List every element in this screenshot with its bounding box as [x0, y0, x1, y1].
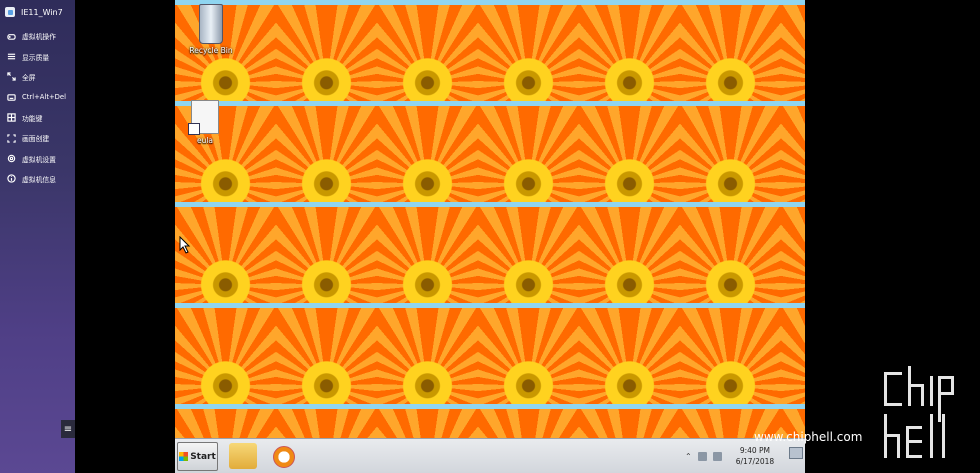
sliders-icon: [7, 52, 16, 61]
fullscreen-icon: [7, 72, 16, 82]
menu-item-label: 虚拟机操作: [22, 33, 56, 42]
menu-item-vm-settings[interactable]: 虚拟机设置: [0, 148, 75, 168]
menu-item-label: 画面创建: [22, 135, 50, 144]
windows-logo-icon: [179, 452, 189, 461]
vm-sidebar: IE11_Win7 虚拟机操作 显示质量 全屏 Ctrl+Alt+Del 功能键…: [0, 0, 75, 473]
menu-item-label: 显示质量: [22, 53, 50, 62]
chiphell-logo: [880, 364, 970, 464]
clock[interactable]: 9:40 PM 6/17/2018: [736, 445, 774, 467]
menu-item-vm-operations[interactable]: 虚拟机操作: [0, 26, 75, 46]
menu-item-label: 虚拟机信息: [22, 175, 56, 184]
mouse-cursor-icon: [179, 236, 191, 254]
desktop-icon-label: Recycle Bin: [189, 46, 233, 55]
site-watermark: www.chiphell.com: [754, 430, 863, 444]
menu-item-display-quality[interactable]: 显示质量: [0, 46, 75, 66]
keyboard-icon: [7, 93, 16, 102]
frame-icon: [7, 133, 16, 143]
chevron-up-icon[interactable]: ⌃: [685, 452, 692, 461]
start-label: Start: [190, 451, 216, 462]
desktop-icon-label: eula: [196, 136, 214, 145]
info-icon: [7, 174, 16, 184]
vm-title-bar[interactable]: IE11_Win7: [0, 0, 75, 24]
menu-item-function-keys[interactable]: 功能键: [0, 108, 75, 128]
menu-item-label: 功能键: [22, 114, 43, 123]
clock-date: 6/17/2018: [735, 457, 775, 466]
windows-taskbar: Start ⌃ 9:40 PM 6/17/2018: [175, 438, 805, 473]
menu-item-label: Ctrl+Alt+Del: [22, 93, 66, 102]
menu-item-label: 全屏: [22, 73, 36, 82]
recycle-bin-icon: [199, 4, 223, 44]
vm-menu: 虚拟机操作 显示质量 全屏 Ctrl+Alt+Del 功能键 画面创建 虚拟机设…: [0, 26, 75, 189]
media-player-taskbar-icon[interactable]: [270, 443, 298, 469]
gear-icon: [7, 154, 16, 163]
desktop-icon-eula[interactable]: eula: [175, 100, 237, 145]
vm-title: IE11_Win7: [21, 7, 63, 17]
volume-icon[interactable]: [712, 451, 722, 461]
gamepad-icon: [7, 32, 16, 41]
document-shortcut-icon: [188, 100, 219, 135]
system-tray: ⌃ 9:40 PM 6/17/2018: [685, 439, 805, 473]
menu-item-label: 虚拟机设置: [22, 155, 56, 164]
network-icon[interactable]: [697, 451, 707, 461]
menu-item-ctrl-alt-del[interactable]: Ctrl+Alt+Del: [0, 87, 75, 107]
menu-item-fullscreen[interactable]: 全屏: [0, 67, 75, 87]
remote-desktop-screen[interactable]: Recycle Bin eula Start ⌃ 9:40 PM 6/17/20…: [175, 0, 805, 473]
grid-icon: [7, 113, 16, 122]
show-desktop-button[interactable]: [789, 447, 803, 459]
desktop-icon-recycle-bin[interactable]: Recycle Bin: [179, 4, 243, 55]
start-button[interactable]: Start: [177, 442, 218, 471]
menu-item-screen-capture[interactable]: 画面创建: [0, 128, 75, 148]
vm-logo-icon: [5, 7, 15, 17]
menu-item-vm-info[interactable]: 虚拟机信息: [0, 169, 75, 189]
explorer-taskbar-icon[interactable]: [229, 443, 257, 469]
clock-time: 9:40 PM: [739, 446, 771, 455]
collapse-menu-icon[interactable]: ≡: [61, 420, 75, 438]
